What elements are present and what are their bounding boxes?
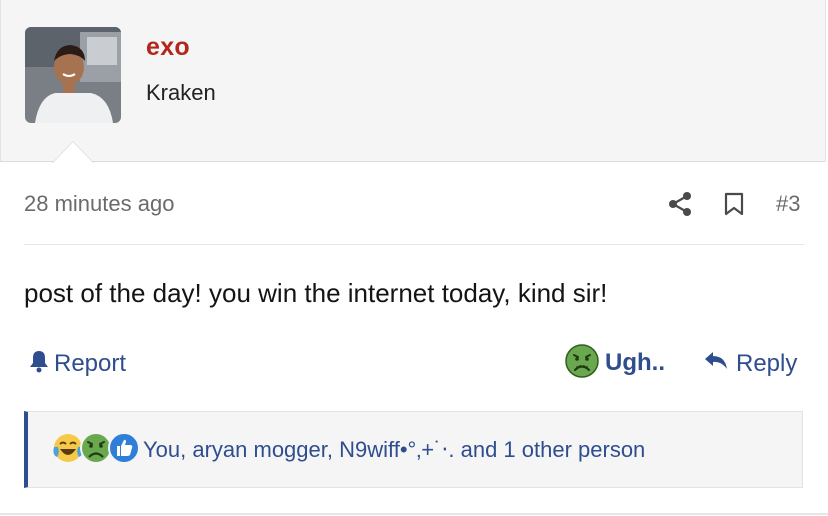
username-link[interactable]: exo [146,33,190,62]
reaction-label: Ugh.. [605,349,665,376]
reactions-summary-link[interactable]: You, aryan mogger, N9wiff•°‚+˙‧. and 1 o… [143,437,645,463]
reaction-icons-group[interactable] [51,431,141,467]
post-number-link[interactable]: #3 [776,191,800,217]
share-icon[interactable] [668,191,692,217]
nauseated-face-icon [565,343,599,383]
thumbs-up-icon [107,431,141,465]
post-timestamp[interactable]: 28 minutes ago [24,191,174,217]
post-user-header: exo Kraken [0,0,826,162]
user-title: Kraken [146,80,216,105]
header-arrow [52,141,94,163]
bell-icon [28,349,54,380]
reply-arrow-icon [704,350,736,378]
bookmark-icon[interactable] [723,192,745,216]
divider [24,244,804,245]
reply-label: Reply [736,350,798,377]
reactions-bar: You, aryan mogger, N9wiff•°‚+˙‧. and 1 o… [24,411,803,488]
report-label: Report [54,350,127,377]
reply-button[interactable]: Reply [704,348,797,380]
report-button[interactable]: Report [28,348,126,380]
post-body-text: post of the day! you win the internet to… [24,278,608,308]
avatar[interactable] [25,27,121,123]
post-bottom-border [0,513,828,515]
reaction-button[interactable]: Ugh.. [565,343,665,383]
